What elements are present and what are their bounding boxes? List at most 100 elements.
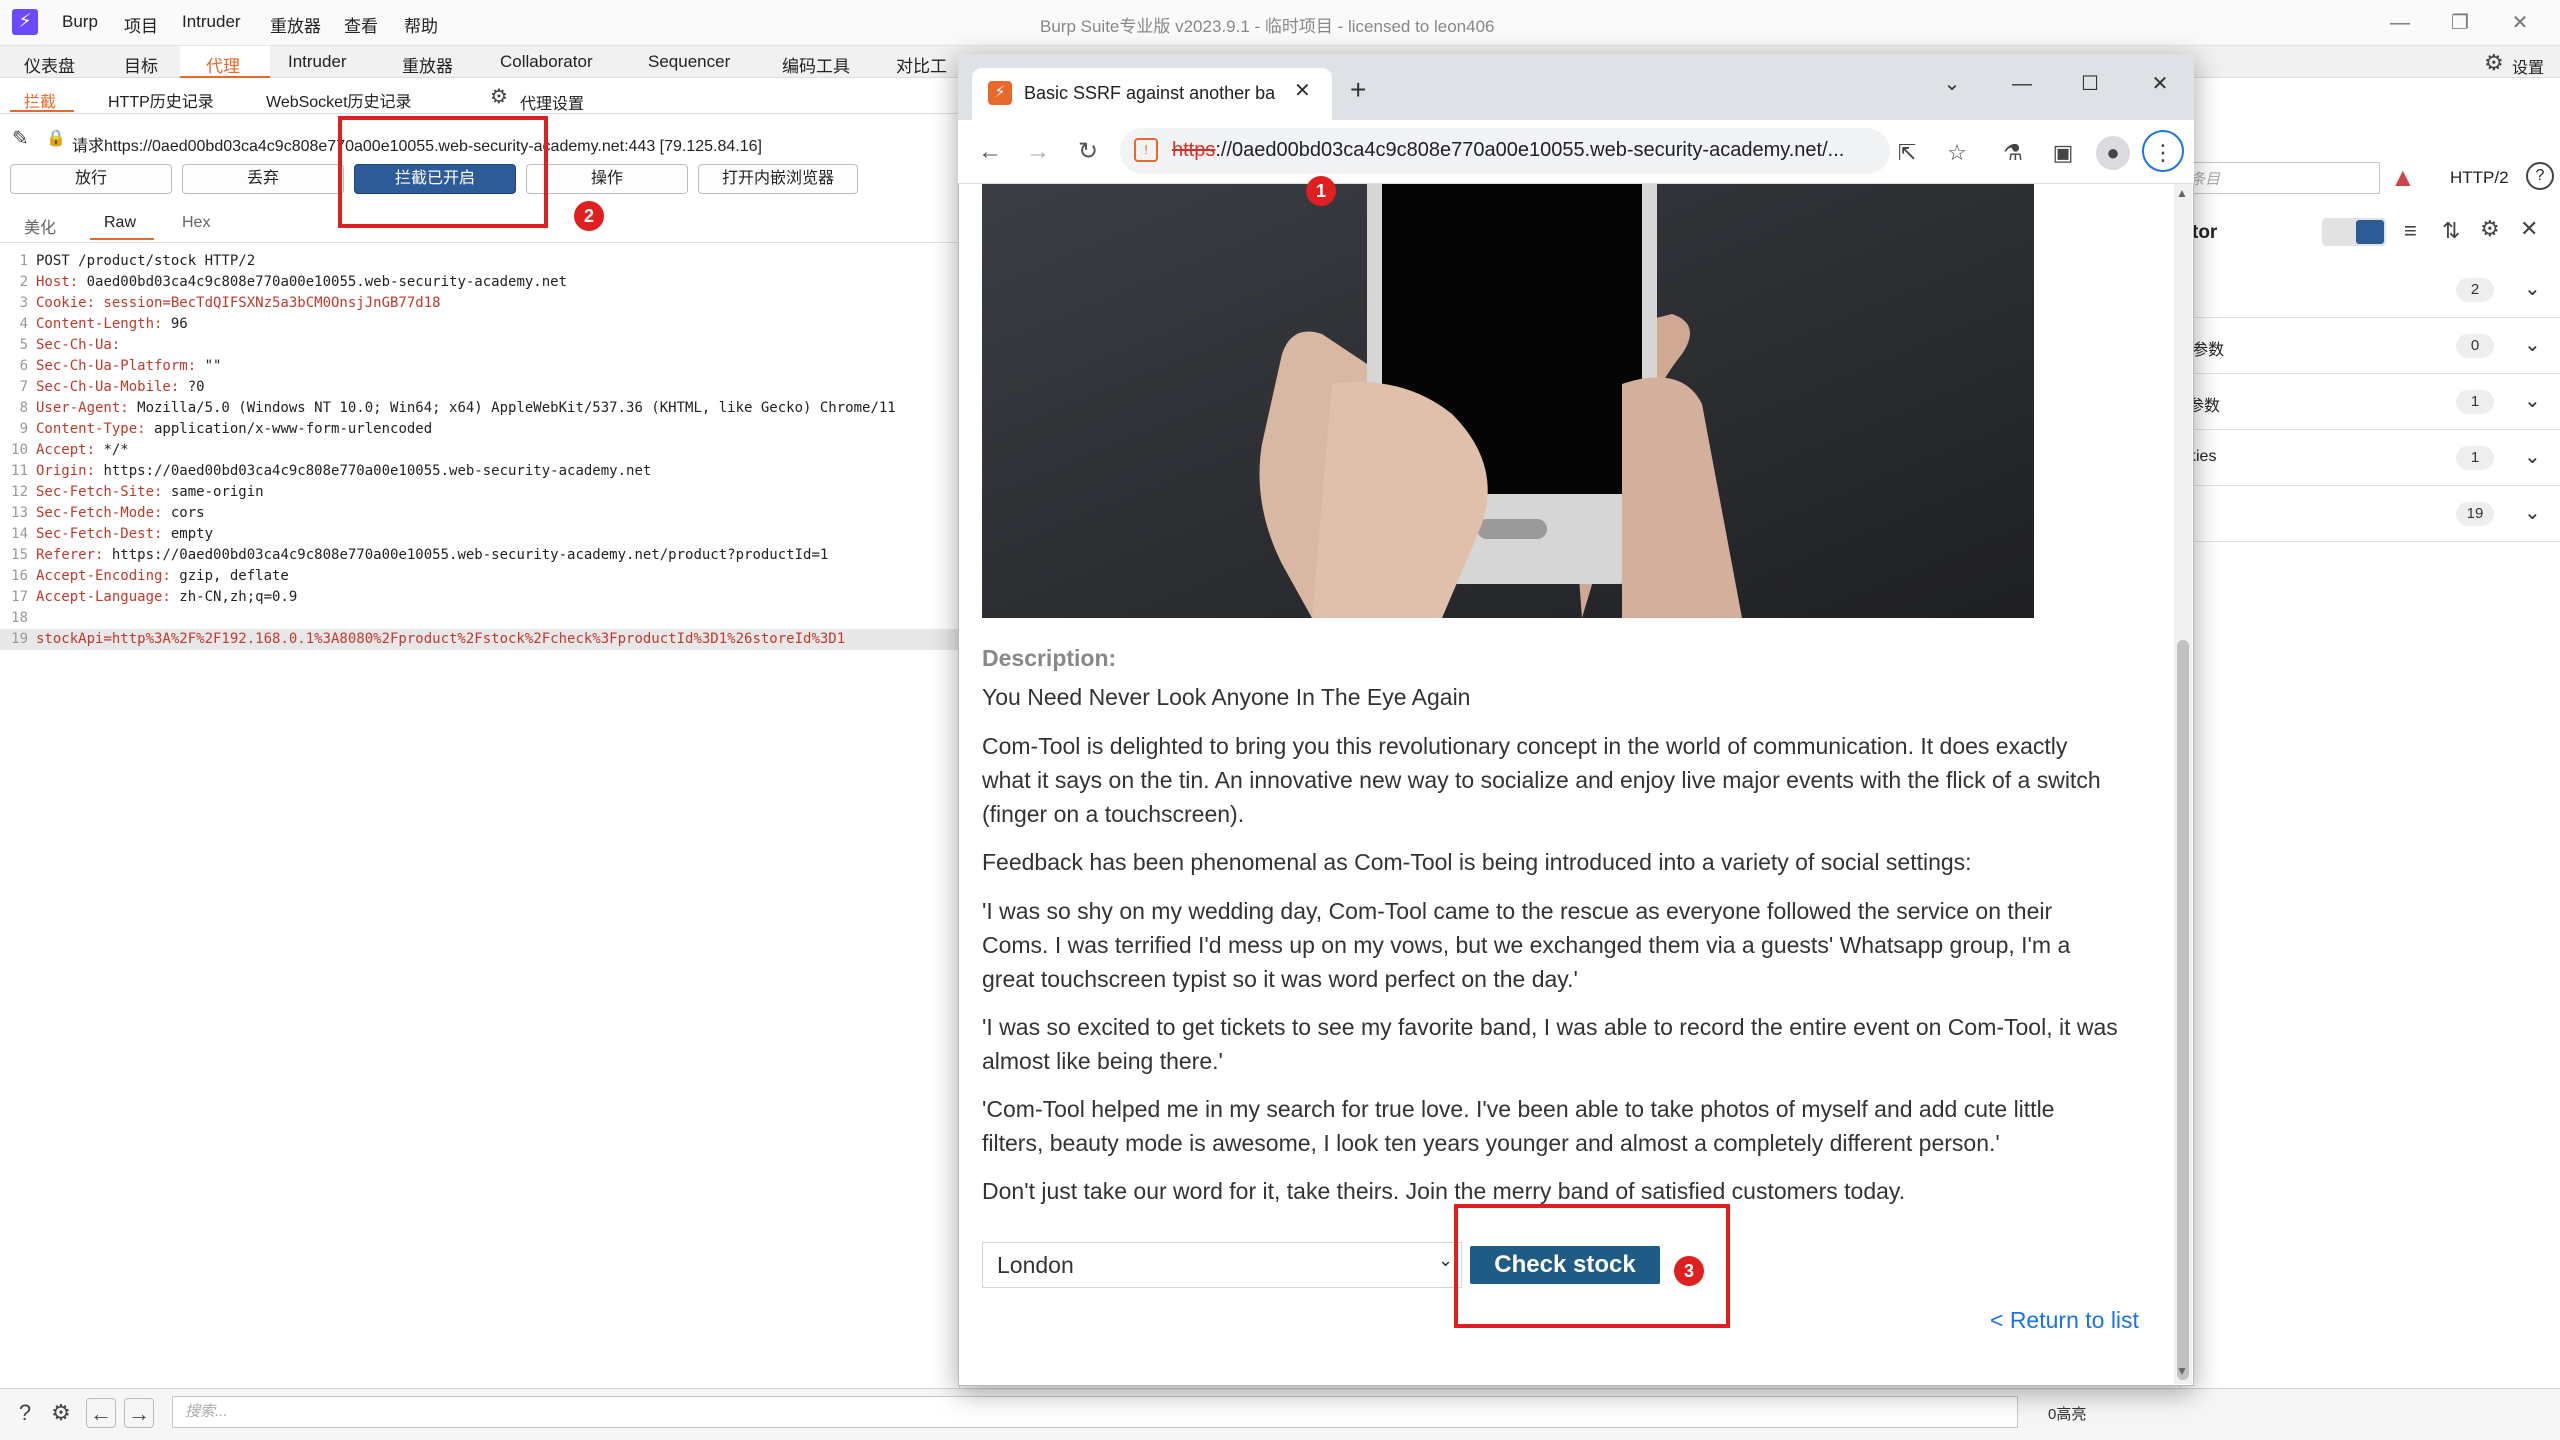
split-icon[interactable]: ⇅ [2442,218,2460,244]
gear-icon[interactable]: ⚙ [490,84,508,109]
header-value: application/x-www-form-urlencoded [145,421,433,437]
share-icon[interactable]: ⇱ [1890,136,1924,170]
minimize-icon[interactable]: — [2380,6,2420,40]
chevron-down-icon[interactable]: ⌄ [2524,444,2541,469]
chevron-down-icon[interactable]: ⌄ [2524,500,2541,525]
chevron-down-icon[interactable]: ⌄ [2524,388,2541,413]
tab-intruder[interactable]: Intruder [288,52,347,72]
page-scrollbar-thumb[interactable] [2177,640,2189,1380]
menu-intruder[interactable]: Intruder [182,12,241,32]
gear-icon[interactable]: ⚙ [2480,216,2500,242]
forward-arrow-icon[interactable]: → [124,1398,154,1428]
not-secure-icon[interactable]: ! [1134,138,1158,162]
menu-repeater[interactable]: 重放器 [270,12,321,37]
star-icon[interactable]: ☆ [1940,136,1974,170]
new-tab-icon[interactable]: + [1350,74,1366,106]
request-line[interactable]: 17 Accept-Language: zh-CN,zh;q=0.9 [0,587,958,608]
request-line[interactable]: 8 User-Agent: Mozilla/5.0 (Windows NT 10.… [0,398,958,419]
close-tab-icon[interactable]: ✕ [1294,78,1311,103]
tab-sequencer[interactable]: Sequencer [648,52,730,72]
tab-collaborator[interactable]: Collaborator [500,52,593,72]
request-line[interactable]: 5 Sec-Ch-Ua: [0,335,958,356]
menu-project[interactable]: 项目 [124,12,158,37]
maximize-icon[interactable]: ☐ [2070,64,2110,104]
more-menu-icon[interactable]: ⋮ [2146,136,2180,170]
menu-burp[interactable]: Burp [62,12,98,32]
align-icon[interactable]: ≡ [2404,218,2417,244]
menu-help[interactable]: 帮助 [404,12,438,37]
inspector-row-attributes[interactable]: : 2 ⌄ [2180,262,2560,318]
action-button[interactable]: 操作 [526,164,688,194]
request-line[interactable]: 19 stockApi=http%3A%2F%2F192.168.0.1%3A80… [0,629,958,650]
gear-icon[interactable]: ⚙ [46,1398,76,1428]
tab-hex[interactable]: Hex [182,214,210,232]
filter-placeholder: 条目 [2190,171,2221,188]
inspector-row-cookies[interactable]: kies 1 ⌄ [2180,430,2560,486]
request-line[interactable]: 4 Content-Length: 96 [0,314,958,335]
open-browser-button[interactable]: 打开内嵌浏览器 [698,164,858,194]
chevron-down-icon[interactable]: ⌄ [2524,276,2541,301]
store-select[interactable]: London [982,1242,1462,1288]
tab-target[interactable]: 目标 [124,52,158,77]
url-text[interactable]: https://0aed00bd03ca4c9c808e770a00e10055… [1172,139,1882,162]
menu-view[interactable]: 查看 [344,12,378,37]
profile-icon[interactable]: ● [2096,136,2130,170]
tab-proxy[interactable]: 代理 [206,52,240,77]
close-icon[interactable]: ✕ [2520,216,2538,242]
request-line[interactable]: 18 [0,608,958,629]
tab-pretty[interactable]: 美化 [24,214,56,238]
tab-search-icon[interactable]: ⌄ [1932,64,1972,104]
tab-decoder[interactable]: 编码工具 [782,52,850,77]
tab-raw[interactable]: Raw [104,214,136,232]
forward-button[interactable]: 放行 [10,164,172,194]
subtab-websocket-history[interactable]: WebSocket历史记录 [266,88,412,112]
subtab-intercept[interactable]: 拦截 [24,88,56,112]
scroll-up-icon[interactable]: ▲ [2176,186,2188,200]
drop-button[interactable]: 丢弃 [182,164,344,194]
sidepanel-icon[interactable]: ▣ [2046,136,2080,170]
request-line[interactable]: 11 Origin: https://0aed00bd03ca4c9c808e77… [0,461,958,482]
back-arrow-icon[interactable]: ← [86,1398,116,1428]
restore-icon[interactable]: ❐ [2440,6,2480,40]
layout-toggle-active[interactable] [2356,220,2384,244]
inspector-row-headers[interactable]: 19 ⌄ [2180,486,2560,542]
subtab-proxy-settings[interactable]: 代理设置 [520,90,584,114]
tab-dashboard[interactable]: 仪表盘 [24,52,75,77]
request-line[interactable]: 14 Sec-Fetch-Dest: empty [0,524,958,545]
request-line[interactable]: 1 POST /product/stock HTTP/2 [0,251,958,272]
help-icon[interactable]: ? [10,1398,40,1428]
request-line[interactable]: 10 Accept: */* [0,440,958,461]
settings-label[interactable]: 设置 [2512,54,2544,78]
forward-arrow-icon[interactable]: → [1018,132,1058,172]
request-line[interactable]: 7 Sec-Ch-Ua-Mobile: ?0 [0,377,958,398]
return-to-list-link[interactable]: < Return to list [1990,1307,2139,1334]
pencil-icon[interactable]: ✎ [12,126,29,151]
subtab-http-history[interactable]: HTTP历史记录 [108,88,214,112]
tab-repeater[interactable]: 重放器 [402,52,453,77]
back-arrow-icon[interactable]: ← [970,132,1010,172]
request-line[interactable]: 16 Accept-Encoding: gzip, deflate [0,566,958,587]
colors-icon[interactable]: ▲ [2390,162,2416,193]
scroll-down-icon[interactable]: ▼ [2176,1364,2188,1378]
chevron-down-icon[interactable]: ⌄ [2524,332,2541,357]
request-line[interactable]: 6 Sec-Ch-Ua-Platform: "" [0,356,958,377]
inspector-row-body-params[interactable]: 参数 1 ⌄ [2180,374,2560,430]
chevron-down-icon[interactable]: ⌄ [1438,1250,1453,1271]
tab-comparer[interactable]: 对比工 [896,52,947,77]
request-line[interactable]: 13 Sec-Fetch-Mode: cors [0,503,958,524]
inspector-row-query-params[interactable]: |参数 0 ⌄ [2180,318,2560,374]
extension-icon[interactable]: ⚗ [1996,136,2030,170]
help-icon[interactable]: ? [2526,162,2554,190]
reload-icon[interactable]: ↻ [1068,132,1108,172]
request-line[interactable]: 12 Sec-Fetch-Site: same-origin [0,482,958,503]
request-editor[interactable]: 1 POST /product/stock HTTP/2 2 Host: 0aed00… [0,242,960,1388]
request-line[interactable]: 2 Host: 0aed00bd03ca4c9c808e770a00e10055.… [0,272,958,293]
minimize-icon[interactable]: — [2002,64,2042,104]
request-line[interactable]: 3 Cookie: session=BecTdQIFSXNz5a3bCM0Onsj… [0,293,958,314]
close-icon[interactable]: ✕ [2140,64,2180,104]
request-line[interactable]: 9 Content-Type: application/x-www-form-ur… [0,419,958,440]
close-icon[interactable]: ✕ [2500,6,2540,40]
gear-icon[interactable]: ⚙ [2484,50,2504,76]
search-input[interactable]: 搜索... [172,1396,2018,1428]
request-line[interactable]: 15 Referer: https://0aed00bd03ca4c9c808e7… [0,545,958,566]
